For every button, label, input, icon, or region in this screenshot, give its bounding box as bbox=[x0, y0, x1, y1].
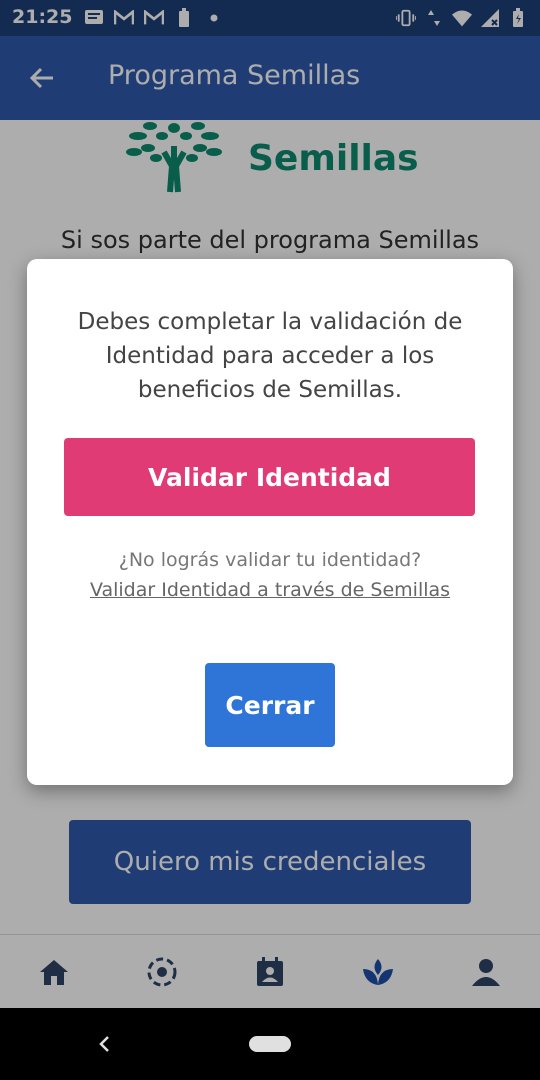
identity-validation-dialog: Debes completar la validación de Identid… bbox=[27, 259, 513, 785]
system-back-button[interactable] bbox=[90, 1030, 118, 1058]
chevron-left-icon bbox=[99, 1036, 109, 1052]
validate-identity-button[interactable]: Validar Identidad bbox=[64, 438, 475, 516]
dialog-message: Debes completar la validación de Identid… bbox=[77, 309, 463, 403]
help-question: ¿No lográs validar tu identidad? bbox=[118, 549, 422, 571]
validate-via-semillas-link[interactable]: Validar Identidad a través de Semillas bbox=[27, 579, 513, 601]
close-button[interactable]: Cerrar bbox=[205, 663, 335, 747]
system-home-pill[interactable] bbox=[249, 1036, 291, 1052]
system-nav-bar bbox=[0, 1008, 540, 1080]
